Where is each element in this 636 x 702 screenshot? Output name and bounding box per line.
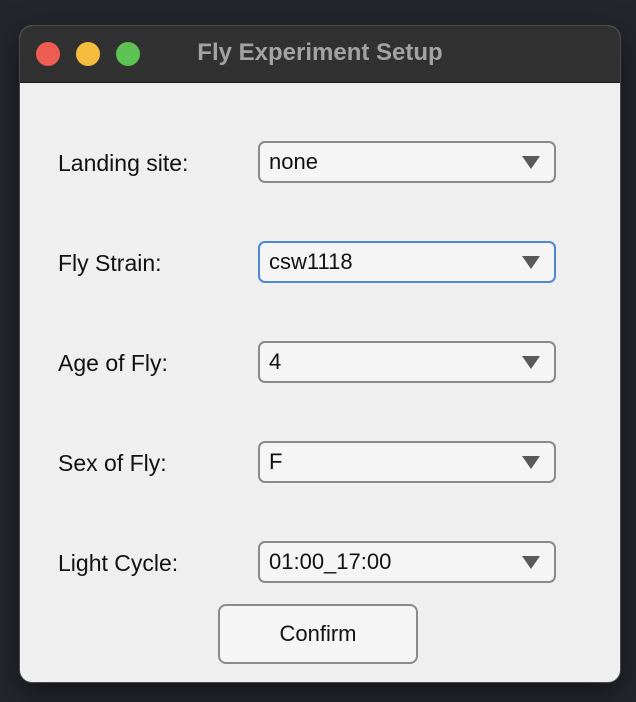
fly-strain-label: Fly Strain: bbox=[58, 250, 162, 276]
age-of-fly-label: Age of Fly: bbox=[58, 350, 168, 376]
confirm-button[interactable]: Confirm bbox=[218, 604, 418, 664]
age-of-fly-dropdown[interactable]: 4 bbox=[258, 341, 556, 383]
fly-strain-dropdown[interactable]: csw1118 bbox=[258, 241, 556, 283]
light-cycle-value: 01:00_17:00 bbox=[269, 549, 392, 574]
chevron-down-icon bbox=[522, 556, 540, 569]
age-of-fly-value: 4 bbox=[269, 349, 282, 374]
chevron-down-icon bbox=[522, 256, 540, 269]
chevron-down-icon bbox=[522, 356, 540, 369]
landing-site-label: Landing site: bbox=[58, 150, 189, 176]
sex-of-fly-label: Sex of Fly: bbox=[58, 450, 167, 476]
sex-of-fly-dropdown[interactable]: F bbox=[258, 441, 556, 483]
light-cycle-dropdown[interactable]: 01:00_17:00 bbox=[258, 541, 556, 583]
window-title: Fly Experiment Setup bbox=[197, 39, 443, 66]
title-bar[interactable]: Fly Experiment Setup bbox=[20, 26, 620, 83]
chevron-down-icon bbox=[522, 456, 540, 469]
landing-site-value: none bbox=[269, 149, 318, 174]
light-cycle-label: Light Cycle: bbox=[58, 550, 179, 576]
fly-strain-value: csw1118 bbox=[269, 249, 353, 274]
landing-site-dropdown[interactable]: none bbox=[258, 141, 556, 183]
chevron-down-icon bbox=[522, 156, 540, 169]
app-window: Fly Experiment Setup Landing site: none … bbox=[20, 26, 620, 682]
sex-of-fly-value: F bbox=[269, 449, 283, 474]
